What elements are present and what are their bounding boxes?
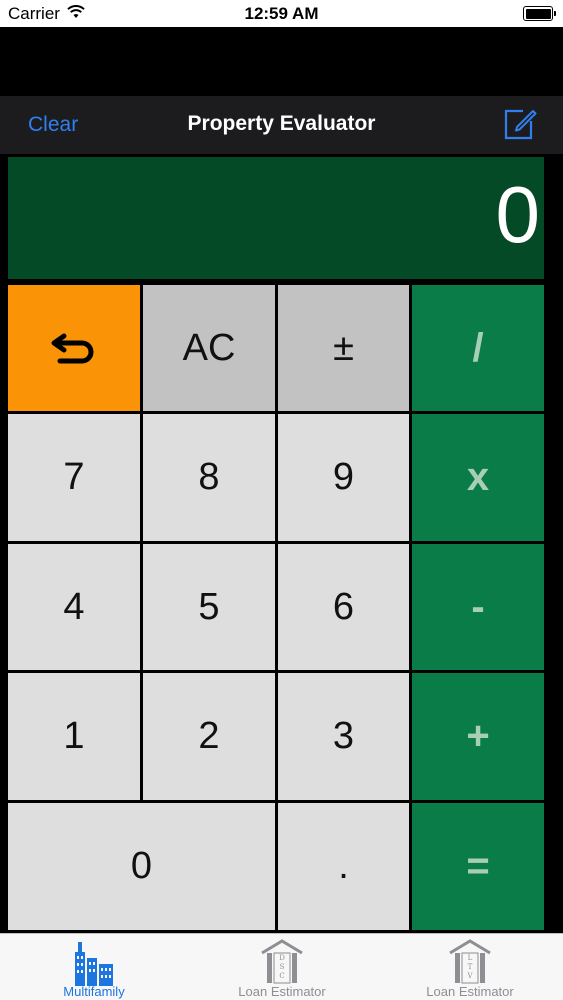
display-value: 0 (495, 170, 541, 259)
svg-text:C: C (279, 972, 284, 980)
tab-label: Loan Estimator (426, 984, 514, 999)
tab-label: Loan Estimator (238, 984, 326, 999)
calculator-display: 0 (8, 157, 544, 279)
decimal-button[interactable]: . (278, 803, 409, 930)
tab-label: Multifamily (63, 984, 125, 999)
tab-bar: Multifamily D S C Loan Estimator L T V L… (0, 933, 563, 1000)
digit-3-button[interactable]: 3 (278, 673, 409, 800)
plus-minus-button[interactable]: ± (278, 285, 409, 411)
digit-9-button[interactable]: 9 (278, 414, 409, 541)
digit-2-button[interactable]: 2 (143, 673, 275, 800)
page-title: Property Evaluator (187, 112, 376, 135)
equals-button[interactable]: = (412, 803, 544, 930)
digit-7-button[interactable]: 7 (8, 414, 140, 541)
minus-button[interactable]: - (412, 544, 544, 670)
multiply-button[interactable]: x (412, 414, 544, 541)
dsc-house-icon: D S C (261, 939, 303, 984)
ltv-house-icon: L T V (449, 939, 491, 984)
navigation-bar: Clear Property Evaluator (0, 96, 563, 154)
backspace-button[interactable] (8, 285, 140, 411)
tab-loan-estimator-dsc[interactable]: D S C Loan Estimator (188, 934, 376, 1000)
digit-8-button[interactable]: 8 (143, 414, 275, 541)
digit-4-button[interactable]: 4 (8, 544, 140, 670)
digit-1-button[interactable]: 1 (8, 673, 140, 800)
tab-multifamily[interactable]: Multifamily (0, 934, 188, 1000)
status-time: 12:59 AM (244, 4, 319, 23)
compose-icon[interactable] (503, 107, 537, 146)
battery-icon (523, 6, 556, 21)
tab-loan-estimator-ltv[interactable]: L T V Loan Estimator (376, 934, 563, 1000)
buildings-icon (75, 942, 113, 986)
svg-text:T: T (468, 963, 473, 971)
digit-0-button[interactable]: 0 (8, 803, 275, 930)
svg-text:D: D (279, 954, 285, 962)
all-clear-button[interactable]: AC (143, 285, 275, 411)
svg-text:L: L (468, 954, 473, 962)
digit-5-button[interactable]: 5 (143, 544, 275, 670)
plus-button[interactable]: + (412, 673, 544, 800)
divide-button[interactable]: / (412, 285, 544, 411)
digit-6-button[interactable]: 6 (278, 544, 409, 670)
svg-text:S: S (280, 963, 285, 971)
svg-text:V: V (466, 972, 473, 980)
undo-arrow-icon (51, 333, 94, 364)
status-bar: Carrier 12:59 AM (0, 0, 563, 27)
